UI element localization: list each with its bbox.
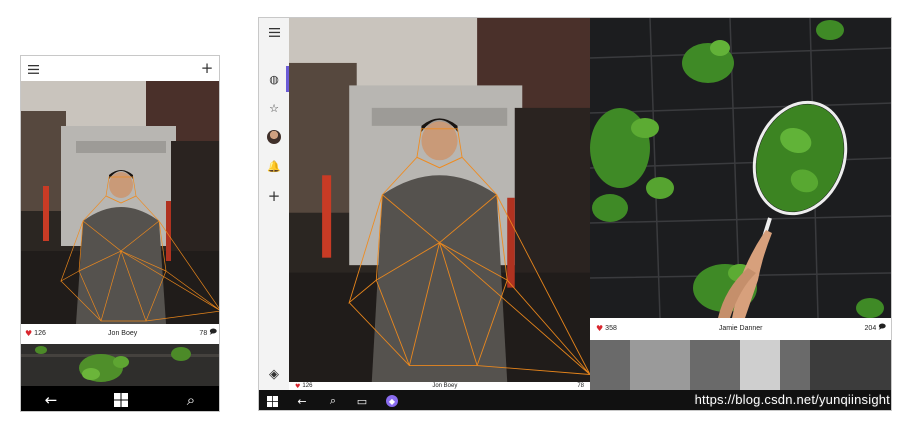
plus-icon[interactable]: + <box>199 59 215 77</box>
screenshot-stage: + ♥ 126 Jon Boey 78 🗩 ← ⌕ ◍ ☆ 🔔 + ◈ ♥ 12… <box>0 0 904 422</box>
plus-icon[interactable]: + <box>264 186 284 206</box>
like-count[interactable]: ♥ 126 <box>25 329 46 338</box>
comment-count-value: 204 <box>864 324 877 332</box>
cortana-icon[interactable]: ◆ <box>381 390 403 410</box>
like-count-value: 358 <box>605 324 617 332</box>
post-photo-net-plants[interactable] <box>590 18 891 318</box>
back-arrow-icon[interactable]: ← <box>291 390 313 410</box>
phone-top-bar: + <box>21 56 219 81</box>
like-count-value: 126 <box>302 383 313 389</box>
back-arrow-icon[interactable]: ← <box>31 386 71 411</box>
task-view-icon[interactable]: ▭ <box>351 390 373 410</box>
post-caption-bar: ♥ 358 Jamie Danner 204 🗩 <box>590 318 891 338</box>
post-author[interactable]: Jon Boey <box>432 383 457 389</box>
post-caption-bar: ♥ 126 Jon Boey 78 <box>289 382 590 390</box>
search-icon[interactable]: ⌕ <box>171 386 211 411</box>
tablet-device: ◍ ☆ 🔔 + ◈ ♥ 126 Jon Boey 78 ♥ 358 Jamie … <box>258 17 892 411</box>
post-photo-street-portrait[interactable] <box>289 18 590 382</box>
post-caption-bar: ♥ 126 Jon Boey 78 🗩 <box>21 324 219 342</box>
search-icon[interactable]: ⌕ <box>322 390 344 410</box>
comment-bubble-icon: 🗩 <box>878 322 886 331</box>
hamburger-menu-icon[interactable] <box>264 22 284 42</box>
post-photo-street-portrait[interactable] <box>21 81 219 324</box>
comment-count-value: 78 <box>199 329 208 337</box>
star-icon[interactable]: ☆ <box>264 98 284 118</box>
hamburger-menu-icon[interactable] <box>25 61 41 77</box>
like-count-value: 126 <box>34 329 46 337</box>
comment-count[interactable]: 78 🗩 <box>199 328 217 339</box>
comment-count[interactable]: 78 <box>577 383 584 389</box>
like-count[interactable]: ♥ 126 <box>295 383 312 390</box>
watermark-url: https://blog.csdn.net/yunqiinsight <box>694 392 890 407</box>
phone-device: + ♥ 126 Jon Boey 78 🗩 ← ⌕ <box>20 55 220 412</box>
heart-icon: ♥ <box>25 328 33 338</box>
comment-count-value: 78 <box>577 383 584 389</box>
post-photo-next[interactable] <box>590 340 891 390</box>
post-author[interactable]: Jon Boey <box>108 330 137 337</box>
nav-rail: ◍ ☆ 🔔 + ◈ <box>259 18 289 390</box>
avatar <box>267 130 281 144</box>
explore-icon[interactable]: ◍ <box>264 69 284 89</box>
profile-avatar-icon[interactable] <box>264 127 284 147</box>
windows-logo-icon[interactable] <box>101 386 141 411</box>
post-photo-next[interactable] <box>21 344 219 386</box>
heart-icon: ♥ <box>295 382 301 390</box>
settings-diamond-icon[interactable]: ◈ <box>264 364 284 384</box>
phone-nav-bar: ← ⌕ <box>21 386 219 411</box>
bell-icon[interactable]: 🔔 <box>264 156 284 176</box>
post-author[interactable]: Jamie Danner <box>719 325 763 332</box>
windows-logo-icon[interactable] <box>261 390 283 410</box>
heart-icon: ♥ <box>596 323 604 333</box>
comment-bubble-icon: 🗩 <box>209 327 217 336</box>
like-count[interactable]: ♥ 358 <box>596 324 617 333</box>
comment-count[interactable]: 204 🗩 <box>865 323 886 334</box>
